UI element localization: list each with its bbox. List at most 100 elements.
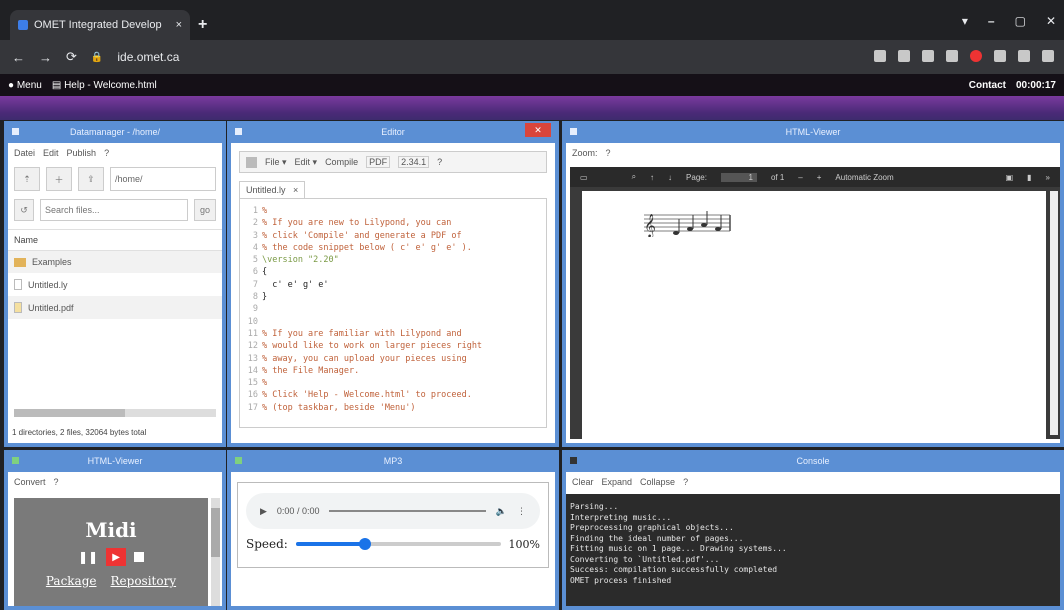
speed-slider[interactable] <box>295 538 501 550</box>
version-select[interactable]: 2.34.1 <box>398 156 430 168</box>
forward-icon[interactable]: → <box>39 50 52 65</box>
convert-help[interactable]: ? <box>54 477 59 487</box>
mp3-titlebar[interactable]: MP3 <box>231 450 555 472</box>
zoom-in-icon[interactable]: + <box>817 173 822 182</box>
file-manager-titlebar[interactable]: Datamanager - /home/ <box>8 121 222 143</box>
browser-tab-bar: OMET Integrated Develop × + ▾ – ▢ ✕ <box>0 0 1064 40</box>
edit-menu[interactable]: Edit ▾ <box>295 157 318 168</box>
more-tools-icon[interactable]: » <box>1046 173 1050 182</box>
pdf-viewer-titlebar[interactable]: HTML-Viewer <box>566 121 1060 143</box>
search-input[interactable] <box>40 199 188 221</box>
compile-button[interactable]: Compile <box>325 157 358 167</box>
editor-tabs: Untitled.ly × <box>239 181 547 198</box>
menu-edit[interactable]: Edit <box>43 148 59 158</box>
search-icon[interactable]: ⌕ <box>632 172 636 182</box>
go-button[interactable]: go <box>194 199 216 221</box>
play-icon[interactable]: ▶ <box>260 506 267 517</box>
tab-search-icon[interactable]: ▾ <box>962 14 968 28</box>
url-text[interactable]: ide.omet.ca <box>117 50 179 64</box>
prev-page-icon[interactable]: ↑ <box>650 173 654 182</box>
console-output[interactable]: Parsing... Interpreting music... Preproces… <box>566 494 1060 606</box>
profile-icon[interactable] <box>1018 50 1030 62</box>
browser-tab[interactable]: OMET Integrated Develop × <box>10 10 190 40</box>
stop-icon[interactable] <box>134 552 145 562</box>
list-item[interactable]: Examples <box>8 251 222 273</box>
refresh-button[interactable]: ↺ <box>14 199 34 221</box>
sidebar-toggle-icon[interactable]: ▭ <box>580 173 588 182</box>
zoom-menu[interactable]: Zoom: <box>572 148 598 158</box>
code-line: 1% <box>244 205 542 217</box>
repository-link[interactable]: Repository <box>111 574 177 588</box>
puzzle-icon[interactable] <box>994 50 1006 62</box>
editor-titlebar[interactable]: Editor ✕ <box>231 121 555 143</box>
reload-icon[interactable]: ⟳ <box>66 49 77 65</box>
save-icon[interactable] <box>246 156 257 168</box>
volume-icon[interactable]: 🔈 <box>496 506 507 517</box>
record-icon[interactable] <box>970 50 982 62</box>
code-text: % If you are familiar with Lilypond and <box>262 328 462 339</box>
maximize-icon[interactable]: ▢ <box>1015 14 1026 28</box>
extension-icon[interactable] <box>922 50 934 62</box>
taskbar-file-button[interactable]: ▤ Help - Welcome.html <box>52 80 157 91</box>
pdf-scrollbar[interactable] <box>1050 191 1058 435</box>
package-link[interactable]: Package <box>46 574 97 588</box>
console-titlebar[interactable]: Console <box>566 450 1060 472</box>
bookmark-icon[interactable]: ▮ <box>1027 173 1031 182</box>
new-folder-button[interactable]: ＋ <box>46 167 72 191</box>
audio-progress[interactable] <box>329 510 486 512</box>
extension-icon[interactable] <box>946 50 958 62</box>
line-number: 1 <box>252 206 258 216</box>
tab-untitled[interactable]: Untitled.ly × <box>239 181 306 198</box>
list-item[interactable]: Untitled.pdf <box>8 296 222 319</box>
midi-viewer-titlebar[interactable]: HTML-Viewer <box>8 450 222 472</box>
speed-slider-thumb[interactable] <box>359 538 372 550</box>
tab-close-icon[interactable]: × <box>176 19 182 31</box>
tab-close-icon[interactable]: × <box>293 185 298 195</box>
present-icon[interactable]: ▣ <box>1006 173 1014 182</box>
up-folder-button[interactable]: ⇡ <box>14 167 40 191</box>
expand-button[interactable]: Expand <box>602 477 633 487</box>
midi-scrollbar[interactable] <box>211 498 220 606</box>
help-button[interactable]: ? <box>437 157 442 167</box>
name-column-header[interactable]: Name <box>8 229 222 251</box>
lock-icon: 🔒 <box>90 51 104 63</box>
play-icon[interactable]: ▶ <box>106 548 127 566</box>
share-icon[interactable] <box>874 50 886 62</box>
file-menu[interactable]: File ▾ <box>265 157 287 168</box>
clear-button[interactable]: Clear <box>572 477 594 487</box>
audio-menu-icon[interactable]: ⋮ <box>517 506 526 517</box>
upload-button[interactable]: ⇪ <box>78 167 104 191</box>
kebab-menu-icon[interactable] <box>1042 50 1054 62</box>
desktop-banner <box>0 96 1064 120</box>
format-select[interactable]: PDF <box>366 156 391 168</box>
console-line: Converting to `Untitled.pdf'... <box>570 554 720 564</box>
menu-datei[interactable]: Datei <box>14 148 35 158</box>
minimize-icon[interactable]: – <box>988 14 995 28</box>
close-window-icon[interactable]: ✕ <box>1046 14 1056 28</box>
zoom-out-icon[interactable]: – <box>798 173 802 182</box>
bookmark-icon[interactable] <box>898 50 910 62</box>
contact-link[interactable]: Contact <box>969 80 1006 91</box>
editor-close-button[interactable]: ✕ <box>525 123 551 137</box>
back-icon[interactable]: ← <box>12 50 25 65</box>
line-number: 6 <box>252 267 258 278</box>
pause-icon[interactable]: ❚❚ <box>78 550 98 564</box>
console-help[interactable]: ? <box>683 477 688 487</box>
folder-icon <box>14 257 26 267</box>
tab-title: OMET Integrated Develop <box>34 19 162 31</box>
horizontal-scrollbar[interactable] <box>14 409 216 417</box>
zoom-mode-select[interactable]: Automatic Zoom <box>835 173 893 182</box>
new-tab-button[interactable]: + <box>198 16 207 34</box>
collapse-button[interactable]: Collapse <box>640 477 675 487</box>
next-page-icon[interactable]: ↓ <box>668 173 672 182</box>
menu-publish[interactable]: Publish <box>67 148 97 158</box>
menu-button[interactable]: ● Menu <box>8 80 42 91</box>
line-number: 13 <box>247 353 258 364</box>
zoom-help[interactable]: ? <box>606 148 611 158</box>
code-editor[interactable]: 1% 2% If you are new to Lilypond, you can… <box>239 198 547 428</box>
list-item[interactable]: Untitled.ly <box>8 273 222 296</box>
menu-help[interactable]: ? <box>104 148 109 158</box>
path-field[interactable]: /home/ <box>110 167 216 191</box>
convert-menu[interactable]: Convert <box>14 477 46 487</box>
page-input[interactable]: 1 <box>720 172 757 182</box>
